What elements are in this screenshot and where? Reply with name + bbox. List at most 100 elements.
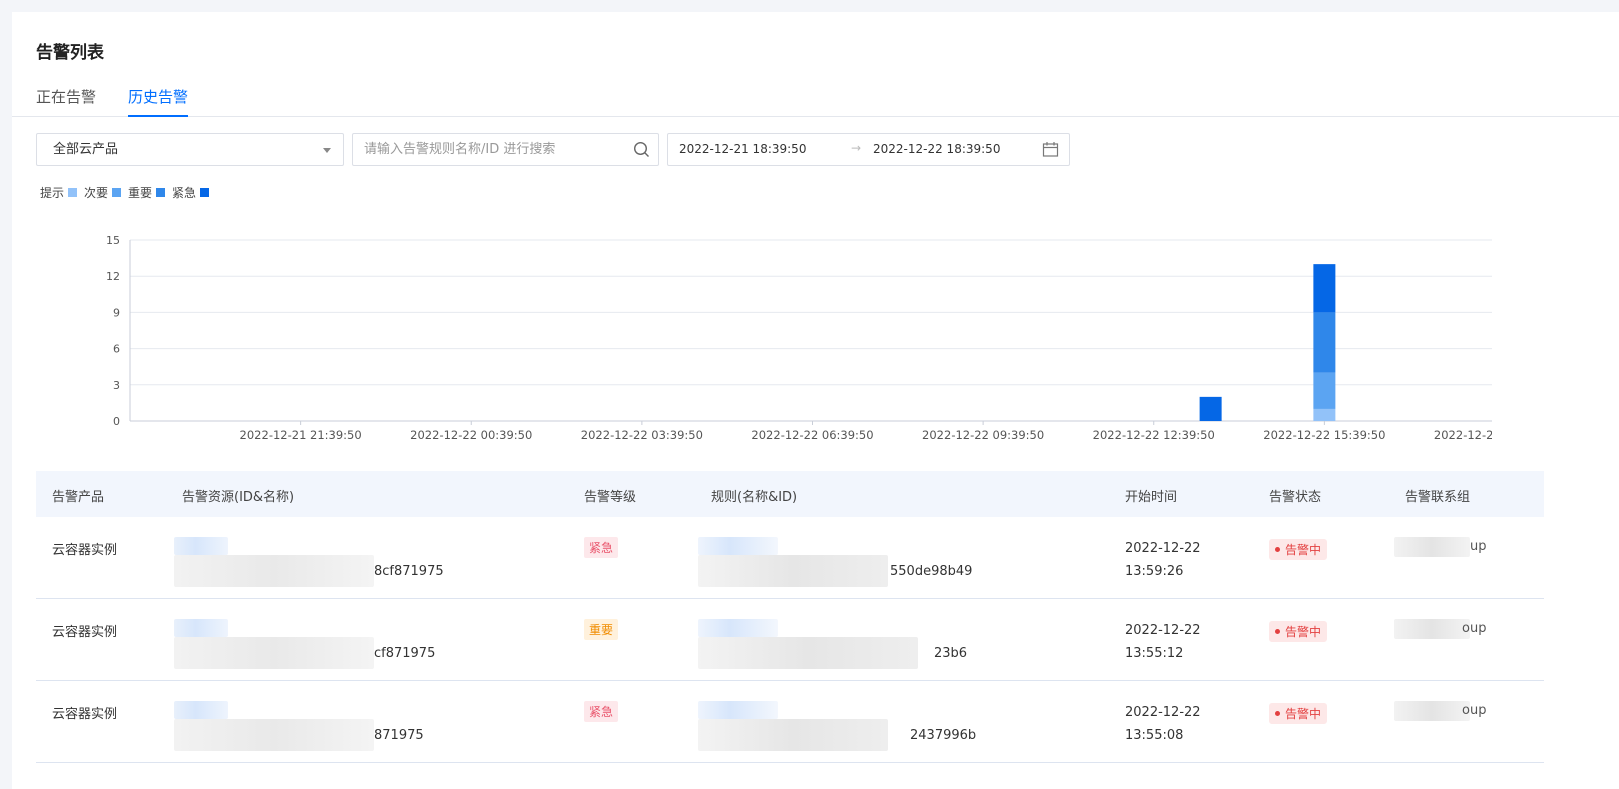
redacted-resource-id <box>174 701 228 719</box>
x-tick-label: 2022-12-22 15:39:50 <box>1263 428 1385 442</box>
table-row[interactable]: 云容器实例 871975 紧急 2437996b 2022-12-22 13:5… <box>36 681 1544 763</box>
bar-segment <box>1313 264 1336 313</box>
alarm-list-card: 告警列表 正在告警 历史告警 全部云产品 2022-12-21 18:39:50… <box>12 12 1619 789</box>
redacted-resource-id <box>174 537 228 555</box>
start-time-cell: 2022-12-22 13:55:08 <box>1125 703 1201 745</box>
column-header: 告警等级 <box>584 490 637 505</box>
chevron-down-icon <box>323 148 331 153</box>
search-box <box>352 133 659 166</box>
range-arrow: → <box>851 141 862 155</box>
x-tick-label: 2022-12-22 18:39:50 <box>1434 428 1492 442</box>
alarm-bar-chart: 0 3 6 9 12 15 2022-12-21 21:39:50 2022-12-22 00… <box>106 234 1492 442</box>
legend-label: 次要 <box>84 186 109 200</box>
legend-label: 重要 <box>128 186 153 200</box>
y-tick-label: 15 <box>106 234 120 247</box>
redacted-rule-id <box>698 701 778 719</box>
alarm-status-badge: 告警中 <box>1269 703 1328 724</box>
contact-group-tail[interactable]: oup <box>1462 621 1486 636</box>
table-header: 告警产品 告警资源(ID&名称) 告警等级 规则(名称&ID) 开始时间 告警状… <box>36 471 1544 517</box>
tab-history-alarms[interactable]: 历史告警 <box>128 86 189 117</box>
column-header: 告警状态 <box>1269 490 1322 505</box>
alarm-level-badge: 紧急 <box>584 701 619 722</box>
redacted-resource-name <box>174 637 374 669</box>
redacted-resource-id <box>174 619 228 637</box>
range-start[interactable]: 2022-12-21 18:39:50 <box>679 142 806 156</box>
search-icon[interactable] <box>633 141 650 158</box>
product-cell: 云容器实例 <box>52 625 118 640</box>
bar-segment <box>1199 396 1222 421</box>
legend-swatch <box>112 188 122 197</box>
legend-swatch <box>156 188 166 197</box>
legend-item-important[interactable]: 重要 <box>128 184 166 201</box>
start-date: 2022-12-22 <box>1125 541 1201 556</box>
bar-segment <box>1313 312 1336 373</box>
alarm-table: 告警产品 告警资源(ID&名称) 告警等级 规则(名称&ID) 开始时间 告警状… <box>36 471 1544 763</box>
column-header: 开始时间 <box>1125 490 1178 505</box>
rule-id-tail[interactable]: 550de98b49 <box>890 564 972 579</box>
redacted-contact-group <box>1394 701 1470 721</box>
y-tick-label: 9 <box>113 306 120 319</box>
legend-swatch <box>68 188 78 197</box>
start-date: 2022-12-22 <box>1125 705 1201 720</box>
table-row[interactable]: 云容器实例 cf871975 重要 23b6 2022-12-22 13:55:… <box>36 599 1544 681</box>
x-tick-label: 2022-12-22 09:39:50 <box>922 428 1044 442</box>
rule-id-tail[interactable]: 2437996b <box>910 728 976 743</box>
start-date: 2022-12-22 <box>1125 623 1201 638</box>
redacted-resource-name <box>174 555 374 587</box>
start-time-cell: 2022-12-22 13:59:26 <box>1125 539 1201 581</box>
tab-bar: 正在告警 历史告警 <box>12 86 1619 117</box>
page-title: 告警列表 <box>36 43 104 63</box>
resource-id-tail[interactable]: 8cf871975 <box>374 564 444 579</box>
x-tick-label: 2022-12-22 03:39:50 <box>581 428 703 442</box>
rule-id-tail[interactable]: 23b6 <box>934 646 967 661</box>
legend-item-urgent[interactable]: 紧急 <box>172 184 210 201</box>
y-tick-label: 6 <box>113 343 120 356</box>
resource-id-tail[interactable]: cf871975 <box>374 646 435 661</box>
redacted-rule-id <box>698 537 778 555</box>
legend-label: 提示 <box>40 186 65 200</box>
contact-group-tail[interactable]: oup <box>1462 703 1486 718</box>
table-row[interactable]: 云容器实例 8cf871975 紧急 550de98b49 2022-12-22… <box>36 517 1544 599</box>
redacted-rule-name <box>698 637 918 669</box>
x-tick-label: 2022-12-22 00:39:50 <box>410 428 532 442</box>
column-header: 告警联系组 <box>1405 490 1471 505</box>
alarm-level-badge: 重要 <box>584 619 619 640</box>
bar-segment <box>1313 408 1336 421</box>
x-tick-label: 2022-12-21 21:39:50 <box>240 428 362 442</box>
y-tick-label: 12 <box>106 270 120 283</box>
product-cell: 云容器实例 <box>52 543 118 558</box>
start-time: 13:59:26 <box>1125 564 1184 579</box>
redacted-contact-group <box>1394 537 1470 557</box>
alarm-status-badge: 告警中 <box>1269 539 1328 560</box>
range-end[interactable]: 2022-12-22 18:39:50 <box>873 142 1000 156</box>
legend-item-hint[interactable]: 提示 <box>40 184 78 201</box>
start-time-cell: 2022-12-22 13:55:12 <box>1125 621 1201 663</box>
bar-segment <box>1313 372 1336 409</box>
redacted-rule-name <box>698 719 888 751</box>
product-select[interactable]: 全部云产品 <box>36 133 344 166</box>
start-time: 13:55:08 <box>1125 728 1184 743</box>
tab-active-alarms[interactable]: 正在告警 <box>36 86 96 117</box>
x-tick-label: 2022-12-22 06:39:50 <box>751 428 873 442</box>
calendar-icon[interactable] <box>1042 141 1059 158</box>
column-header: 告警资源(ID&名称) <box>182 490 295 505</box>
column-header: 告警产品 <box>52 490 105 505</box>
product-cell: 云容器实例 <box>52 707 118 722</box>
alarm-level-badge: 紧急 <box>584 537 619 558</box>
legend-swatch <box>200 188 210 197</box>
alarm-status-badge: 告警中 <box>1269 621 1328 642</box>
legend-item-minor[interactable]: 次要 <box>84 184 122 201</box>
date-range-picker[interactable]: 2022-12-21 18:39:50 → 2022-12-22 18:39:5… <box>667 133 1070 166</box>
x-tick-label: 2022-12-22 12:39:50 <box>1093 428 1215 442</box>
start-time: 13:55:12 <box>1125 646 1184 661</box>
search-input[interactable] <box>353 134 623 165</box>
y-tick-label: 0 <box>113 415 120 428</box>
product-select-value: 全部云产品 <box>53 142 119 157</box>
legend-label: 紧急 <box>172 186 197 200</box>
redacted-contact-group <box>1394 619 1470 639</box>
redacted-rule-name <box>698 555 888 587</box>
y-tick-label: 3 <box>113 379 120 392</box>
contact-group-tail[interactable]: up <box>1470 539 1487 554</box>
resource-id-tail[interactable]: 871975 <box>374 728 424 743</box>
redacted-resource-name <box>174 719 374 751</box>
